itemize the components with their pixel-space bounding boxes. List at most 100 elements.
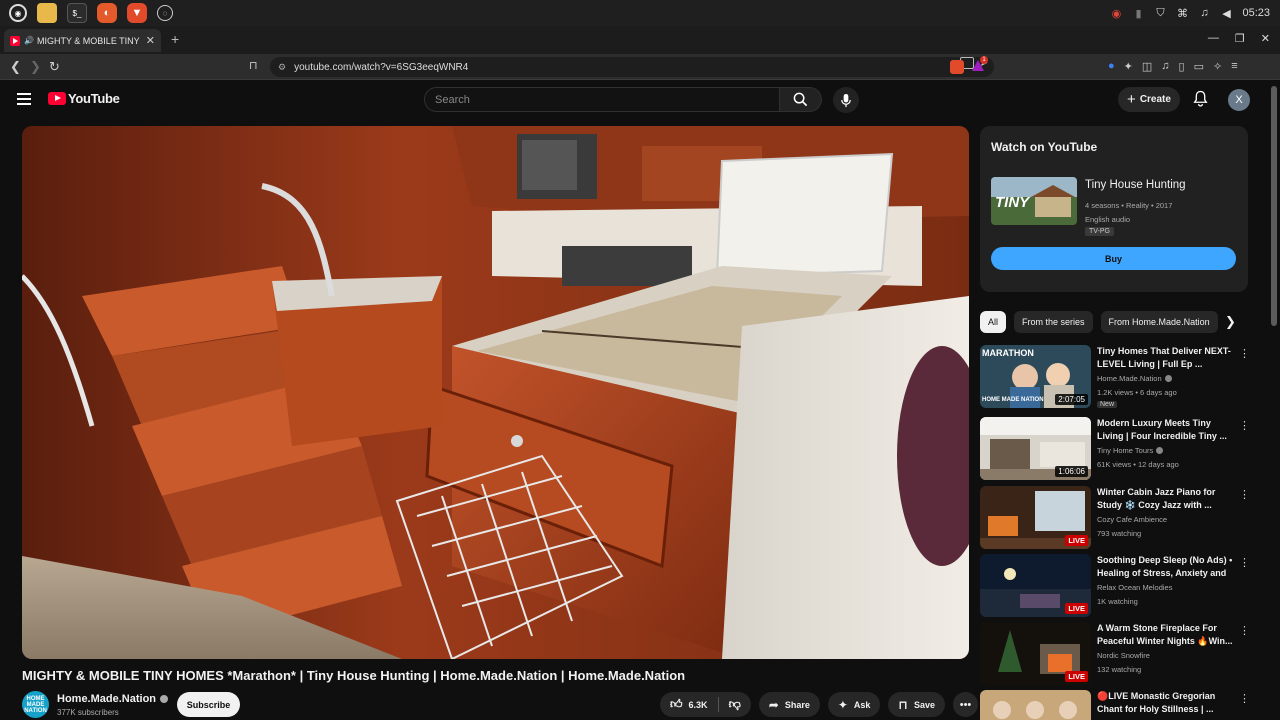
chevron-right-icon[interactable]: ❯ (1225, 314, 1236, 330)
search-input[interactable]: Search (424, 87, 780, 112)
create-button[interactable]: + Create (1118, 87, 1180, 112)
firefox-icon[interactable]: ◐ (97, 3, 117, 23)
rec-channel[interactable]: Tiny Home Tours (1097, 446, 1153, 455)
dislike-button[interactable]: 👎︎ (719, 692, 751, 717)
page-scrollbar[interactable] (1271, 86, 1277, 326)
rec-title[interactable]: Modern Luxury Meets Tiny Living | Four I… (1097, 417, 1235, 443)
forward-icon[interactable]: ❯ (30, 59, 41, 75)
more-vert-icon[interactable]: ⋮ (1239, 692, 1250, 705)
clock[interactable]: 05:23 (1242, 7, 1270, 19)
brave-icon[interactable]: ▼ (127, 3, 147, 23)
share-button[interactable]: ➦ Share (758, 692, 820, 717)
minimize-icon[interactable]: — (1208, 32, 1219, 45)
video-thumbnail[interactable]: LIVE (980, 486, 1091, 549)
chip-from-series[interactable]: From the series (1014, 311, 1093, 333)
like-button[interactable]: 👍︎ 6.3K (660, 692, 718, 717)
close-tab-icon[interactable]: ✕ (146, 34, 155, 47)
bookmark-icon[interactable]: ⊓ (249, 59, 258, 72)
account-avatar[interactable]: X (1228, 89, 1250, 111)
more-vert-icon[interactable]: ⋮ (1239, 347, 1250, 360)
list-item[interactable]: LIVE Winter Cabin Jazz Piano for Study ❄… (980, 486, 1250, 550)
sidebar-icon[interactable]: ▯ (1179, 60, 1185, 73)
chip-all[interactable]: All (980, 311, 1007, 333)
list-item[interactable]: 🔴LIVE Monastic Gregorian Chant for Holy … (980, 690, 1250, 720)
rec-title[interactable]: Soothing Deep Sleep (No Ads) • Healing o… (1097, 554, 1235, 580)
notifications-button[interactable] (1193, 90, 1208, 112)
like-count: 6.3K (688, 699, 708, 710)
browser-tab[interactable]: 🔊 MIGHTY & MOBILE TINY HO ✕ (4, 29, 161, 52)
menu-icon[interactable]: ◉ (9, 4, 27, 22)
music-icon[interactable]: ♫ (1198, 7, 1210, 19)
save-button[interactable]: ⊓ Save (888, 692, 945, 717)
video-player[interactable] (22, 126, 969, 659)
more-vert-icon[interactable]: ⋮ (1239, 556, 1250, 569)
more-vert-icon[interactable]: ⋮ (1239, 488, 1250, 501)
video-thumbnail[interactable]: MARATHON HOME MADE NATION 2:07:05 (980, 345, 1091, 408)
subscribe-button[interactable]: Subscribe (177, 692, 240, 717)
more-actions-button[interactable]: ••• (953, 692, 978, 717)
ask-label: Ask (853, 699, 871, 710)
show-thumbnail[interactable]: TINY (991, 177, 1077, 225)
more-vert-icon[interactable]: ⋮ (1239, 624, 1250, 637)
wallet-icon[interactable]: ▭ (1194, 60, 1204, 73)
rec-title[interactable]: Tiny Homes That Deliver NEXT-LEVEL Livin… (1097, 345, 1235, 371)
video-thumbnail[interactable]: 1:06:06 (980, 417, 1091, 480)
new-tab-icon[interactable]: + (171, 31, 179, 47)
video-thumbnail[interactable]: LIVE (980, 554, 1091, 617)
restore-icon[interactable]: ❐ (1235, 32, 1245, 45)
search-icon (793, 92, 808, 107)
channel-name[interactable]: Home.Made.Nation (57, 693, 156, 705)
search-button[interactable] (780, 87, 822, 112)
chip-from-channel[interactable]: From Home.Made.Nation (1100, 311, 1218, 333)
show-title[interactable]: Tiny House Hunting (1085, 179, 1186, 191)
youtube-logo[interactable]: YouTube (48, 91, 120, 106)
rec-channel[interactable]: Cozy Cafe Ambience (1097, 515, 1167, 524)
folder-icon[interactable] (37, 3, 57, 23)
channel-avatar[interactable]: HOME MADE NATION (22, 691, 49, 718)
rec-title[interactable]: Winter Cabin Jazz Piano for Study ❄️ Coz… (1097, 486, 1235, 512)
guide-menu-icon[interactable] (17, 93, 31, 108)
leo-icon[interactable]: ✧ (1213, 60, 1222, 73)
list-item[interactable]: 1:06:06 Modern Luxury Meets Tiny Living … (980, 417, 1250, 481)
url-bar[interactable]: ⚙ youtube.com/watch?v=6SG3eeqWNR4 (270, 57, 994, 77)
rec-title[interactable]: 🔴LIVE Monastic Gregorian Chant for Holy … (1097, 690, 1235, 716)
plus-icon: + (1127, 91, 1136, 108)
video-thumbnail[interactable]: LIVE (980, 622, 1091, 685)
rec-channel[interactable]: Home.Made.Nation (1097, 374, 1162, 383)
watch-on-youtube-card: Watch on YouTube TINY Tiny House Hunting… (980, 126, 1248, 292)
more-vert-icon[interactable]: ⋮ (1239, 419, 1250, 432)
voice-search-button[interactable] (833, 87, 859, 113)
extensions-icon[interactable]: ✦ (1124, 60, 1133, 73)
network-icon[interactable]: ⌘ (1176, 7, 1188, 20)
close-window-icon[interactable]: ✕ (1261, 32, 1270, 45)
ask-button[interactable]: ✦ Ask (827, 692, 881, 717)
back-icon[interactable]: ❮ (10, 59, 21, 75)
volume-icon[interactable]: ◀ (1220, 7, 1232, 20)
list-item[interactable]: LIVE A Warm Stone Fireplace For Peaceful… (980, 622, 1250, 686)
screenshot-icon[interactable]: ◫ (1142, 60, 1152, 73)
terminal-icon[interactable]: $_ (67, 3, 87, 23)
reload-icon[interactable]: ↻ (49, 59, 60, 75)
site-info-icon[interactable]: ⚙ (278, 62, 286, 73)
update-icon[interactable]: ◉ (1110, 7, 1122, 20)
list-item[interactable]: LIVE Soothing Deep Sleep (No Ads) • Heal… (980, 554, 1250, 618)
buy-button[interactable]: Buy (991, 247, 1236, 270)
tab-title: MIGHTY & MOBILE TINY HO (36, 35, 142, 46)
profile-icon[interactable]: ● (1108, 60, 1115, 73)
app-icon[interactable]: ◌ (157, 5, 173, 21)
rec-channel[interactable]: Relax Ocean Melodies (1097, 583, 1172, 592)
rec-title[interactable]: A Warm Stone Fireplace For Peaceful Wint… (1097, 622, 1235, 648)
brave-shields-icon[interactable] (950, 60, 964, 74)
verified-icon (160, 695, 169, 703)
status-icon[interactable]: ▮ (1132, 7, 1144, 20)
media-icon[interactable]: ♫ (1161, 60, 1169, 73)
thumbs-down-icon: 👎︎ (728, 697, 741, 711)
list-item[interactable]: MARATHON HOME MADE NATION 2:07:05 Tiny H… (980, 345, 1250, 409)
channel-name-row[interactable]: Home.Made.Nation (57, 693, 169, 705)
rewards-icon[interactable]: 1 (972, 56, 988, 72)
video-thumbnail[interactable] (980, 690, 1091, 720)
browser-menu-icon[interactable]: ≡ (1231, 60, 1237, 73)
rec-channel[interactable]: Nordic Snowfire (1097, 651, 1150, 660)
speaker-icon[interactable]: 🔊 (24, 36, 34, 45)
shield-icon[interactable]: ⛉ (1154, 7, 1166, 19)
